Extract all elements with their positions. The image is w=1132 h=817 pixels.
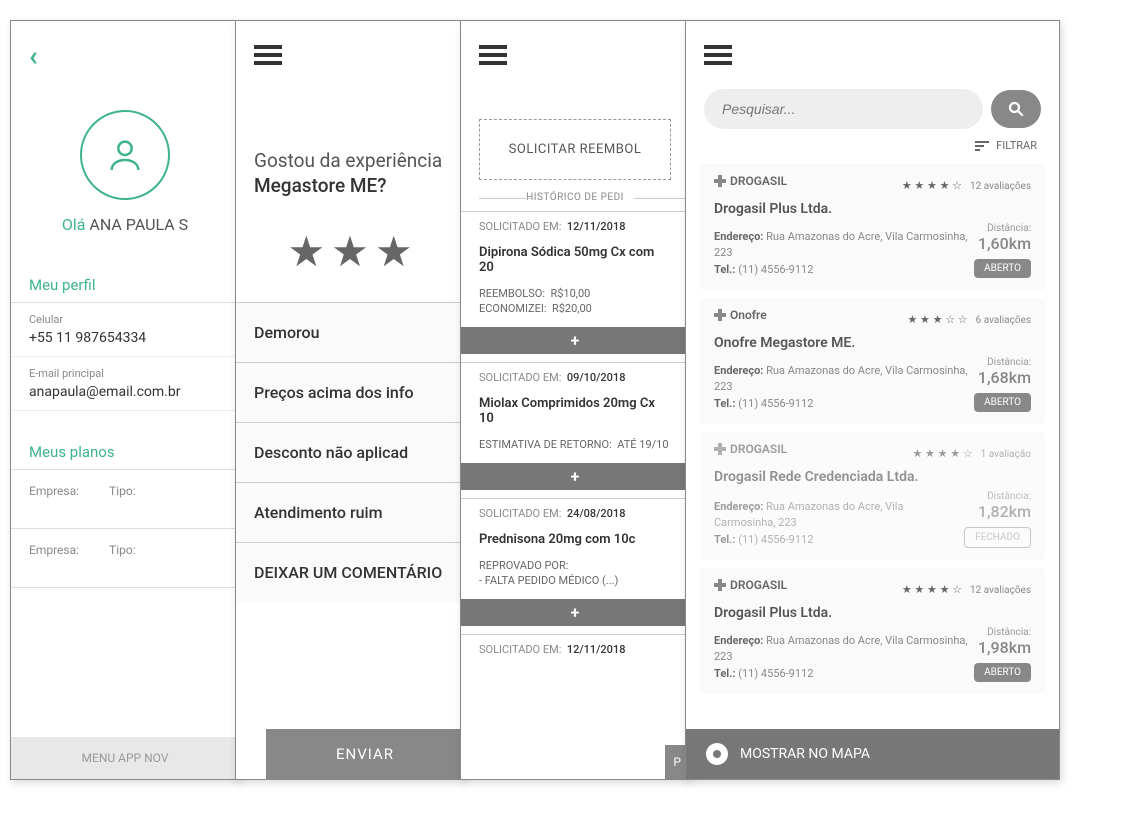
footer-menu[interactable]: MENU APP NOV — [11, 737, 239, 779]
rating-count: 1 avaliação — [981, 449, 1031, 460]
expand-button[interactable]: + — [461, 463, 689, 490]
plus-icon — [714, 579, 726, 591]
rating-option[interactable]: Atendimento ruim — [236, 482, 464, 542]
pharmacy-name: Drogasil Plus Ltda. — [714, 605, 1031, 621]
distance-label: Distância: — [974, 357, 1031, 368]
distance-value: 1,68km — [974, 368, 1031, 387]
search-input[interactable] — [704, 89, 983, 129]
avatar[interactable] — [80, 110, 170, 200]
rating-count: 12 avaliações — [970, 181, 1031, 192]
menu-icon[interactable] — [461, 21, 689, 89]
reimbursement-item[interactable]: SOLICITADO EM: 24/08/2018Prednisona 20mg… — [461, 498, 689, 626]
menu-icon[interactable] — [236, 21, 464, 89]
rating-option[interactable]: DEIXAR UM COMENTÁRIO — [236, 542, 464, 602]
rating-stars: ★ ★ ★ ★ ☆ — [902, 583, 962, 596]
menu-icon[interactable] — [686, 21, 1059, 89]
reimbursement-screen: SOLICITAR REEMBOL HISTÓRICO DE PEDI SOLI… — [460, 20, 690, 780]
rating-question: Gostou da experiência — [254, 149, 446, 172]
expand-button[interactable]: + — [461, 327, 689, 354]
pharmacy-brand: DROGASIL — [714, 578, 787, 592]
pharmacy-name: Onofre Megastore ME. — [714, 335, 1031, 351]
status-badge: FECHADO — [964, 527, 1031, 548]
reimbursement-item[interactable]: SOLICITADO EM: 09/10/2018Miolax Comprimi… — [461, 362, 689, 490]
greeting: Olá ANA PAULA S — [11, 215, 239, 234]
distance-value: 1,60km — [974, 234, 1031, 253]
pharmacy-info: Endereço: Rua Amazonas do Acre, Vila Car… — [714, 499, 964, 549]
pharmacy-info: Endereço: Rua Amazonas do Acre, Vila Car… — [714, 229, 974, 279]
map-pin-icon — [706, 743, 728, 765]
rating-subject: Megastore ME? — [254, 174, 446, 197]
submit-button[interactable]: ENVIAR — [266, 729, 464, 779]
status-badge: ABERTO — [974, 663, 1031, 682]
pharmacy-info: Endereço: Rua Amazonas do Acre, Vila Car… — [714, 633, 974, 683]
search-button[interactable] — [991, 90, 1041, 128]
star-icon[interactable]: ★ — [375, 228, 413, 277]
expand-button[interactable]: + — [461, 599, 689, 626]
pharmacy-brand: DROGASIL — [714, 174, 787, 188]
search-icon — [1007, 100, 1025, 118]
distance-value: 1,98km — [974, 638, 1031, 657]
pharmacy-name: Drogasil Rede Credenciada Ltda. — [714, 469, 1031, 485]
pharmacy-name: Drogasil Plus Ltda. — [714, 201, 1031, 217]
person-icon — [105, 135, 145, 175]
email-field[interactable]: E-mail principal anapaula@email.com.br — [11, 357, 239, 411]
star-icon[interactable]: ★ — [331, 228, 369, 277]
pharmacy-card[interactable]: Onofre ★ ★ ★ ☆ ☆ 6 avaliações Onofre Meg… — [700, 298, 1045, 424]
history-label: HISTÓRICO DE PEDI — [461, 192, 689, 203]
rating-stars: ★ ★ ★ ★ ☆ — [912, 447, 972, 460]
pharmacy-list-screen: FILTRAR DROGASIL ★ ★ ★ ★ ☆ 12 avaliações… — [685, 20, 1060, 780]
rating-option[interactable]: Demorou — [236, 302, 464, 362]
plan-row[interactable]: Empresa:Tipo: — [11, 470, 239, 529]
distance-label: Distância: — [974, 223, 1031, 234]
status-badge: ABERTO — [974, 393, 1031, 412]
pharmacy-brand: Onofre — [714, 308, 767, 322]
pharmacy-card[interactable]: DROGASIL ★ ★ ★ ★ ☆ 12 avaliações Drogasi… — [700, 164, 1045, 290]
pharmacy-card[interactable]: DROGASIL ★ ★ ★ ★ ☆ 1 avaliação Drogasil … — [700, 432, 1045, 560]
plus-icon — [714, 309, 726, 321]
plan-row[interactable]: Empresa:Tipo: — [11, 529, 239, 588]
plus-icon — [714, 175, 726, 187]
star-icon[interactable]: ★ — [288, 228, 326, 277]
rating-option[interactable]: Desconto não aplicad — [236, 422, 464, 482]
reimbursement-item[interactable]: SOLICITADO EM: 12/11/2018Dipirona Sódica… — [461, 211, 689, 354]
pharmacy-info: Endereço: Rua Amazonas do Acre, Vila Car… — [714, 363, 974, 413]
rating-option[interactable]: Preços acima dos info — [236, 362, 464, 422]
star-rating[interactable]: ★★★ — [236, 217, 464, 302]
show-map-button[interactable]: MOSTRAR NO MAPA — [686, 729, 1059, 779]
filter-button[interactable]: FILTRAR — [686, 129, 1059, 156]
distance-value: 1,82km — [964, 502, 1031, 521]
pharmacy-brand: DROGASIL — [714, 442, 787, 456]
plus-icon — [714, 443, 726, 455]
section-plans-title: Meus planos — [11, 431, 239, 470]
rating-stars: ★ ★ ★ ★ ☆ — [902, 179, 962, 192]
back-button[interactable]: ‹ — [11, 21, 56, 90]
section-profile-title: Meu perfil — [11, 264, 239, 303]
distance-label: Distância: — [974, 627, 1031, 638]
request-reimbursement-button[interactable]: SOLICITAR REEMBOL — [479, 119, 671, 180]
distance-label: Distância: — [964, 491, 1031, 502]
reimbursement-item[interactable]: SOLICITADO EM: 12/11/2018 — [461, 634, 689, 664]
rating-stars: ★ ★ ★ ☆ ☆ — [907, 313, 967, 326]
rating-screen: Gostou da experiência Megastore ME? ★★★ … — [235, 20, 465, 780]
status-badge: ABERTO — [974, 259, 1031, 278]
rating-count: 6 avaliações — [976, 315, 1031, 326]
filter-icon — [975, 141, 989, 151]
pharmacy-card[interactable]: DROGASIL ★ ★ ★ ★ ☆ 12 avaliações Drogasi… — [700, 568, 1045, 694]
rating-count: 12 avaliações — [970, 585, 1031, 596]
phone-field[interactable]: Celular +55 11 987654334 — [11, 303, 239, 357]
profile-screen: ‹ Olá ANA PAULA S Meu perfil Celular +55… — [10, 20, 240, 780]
